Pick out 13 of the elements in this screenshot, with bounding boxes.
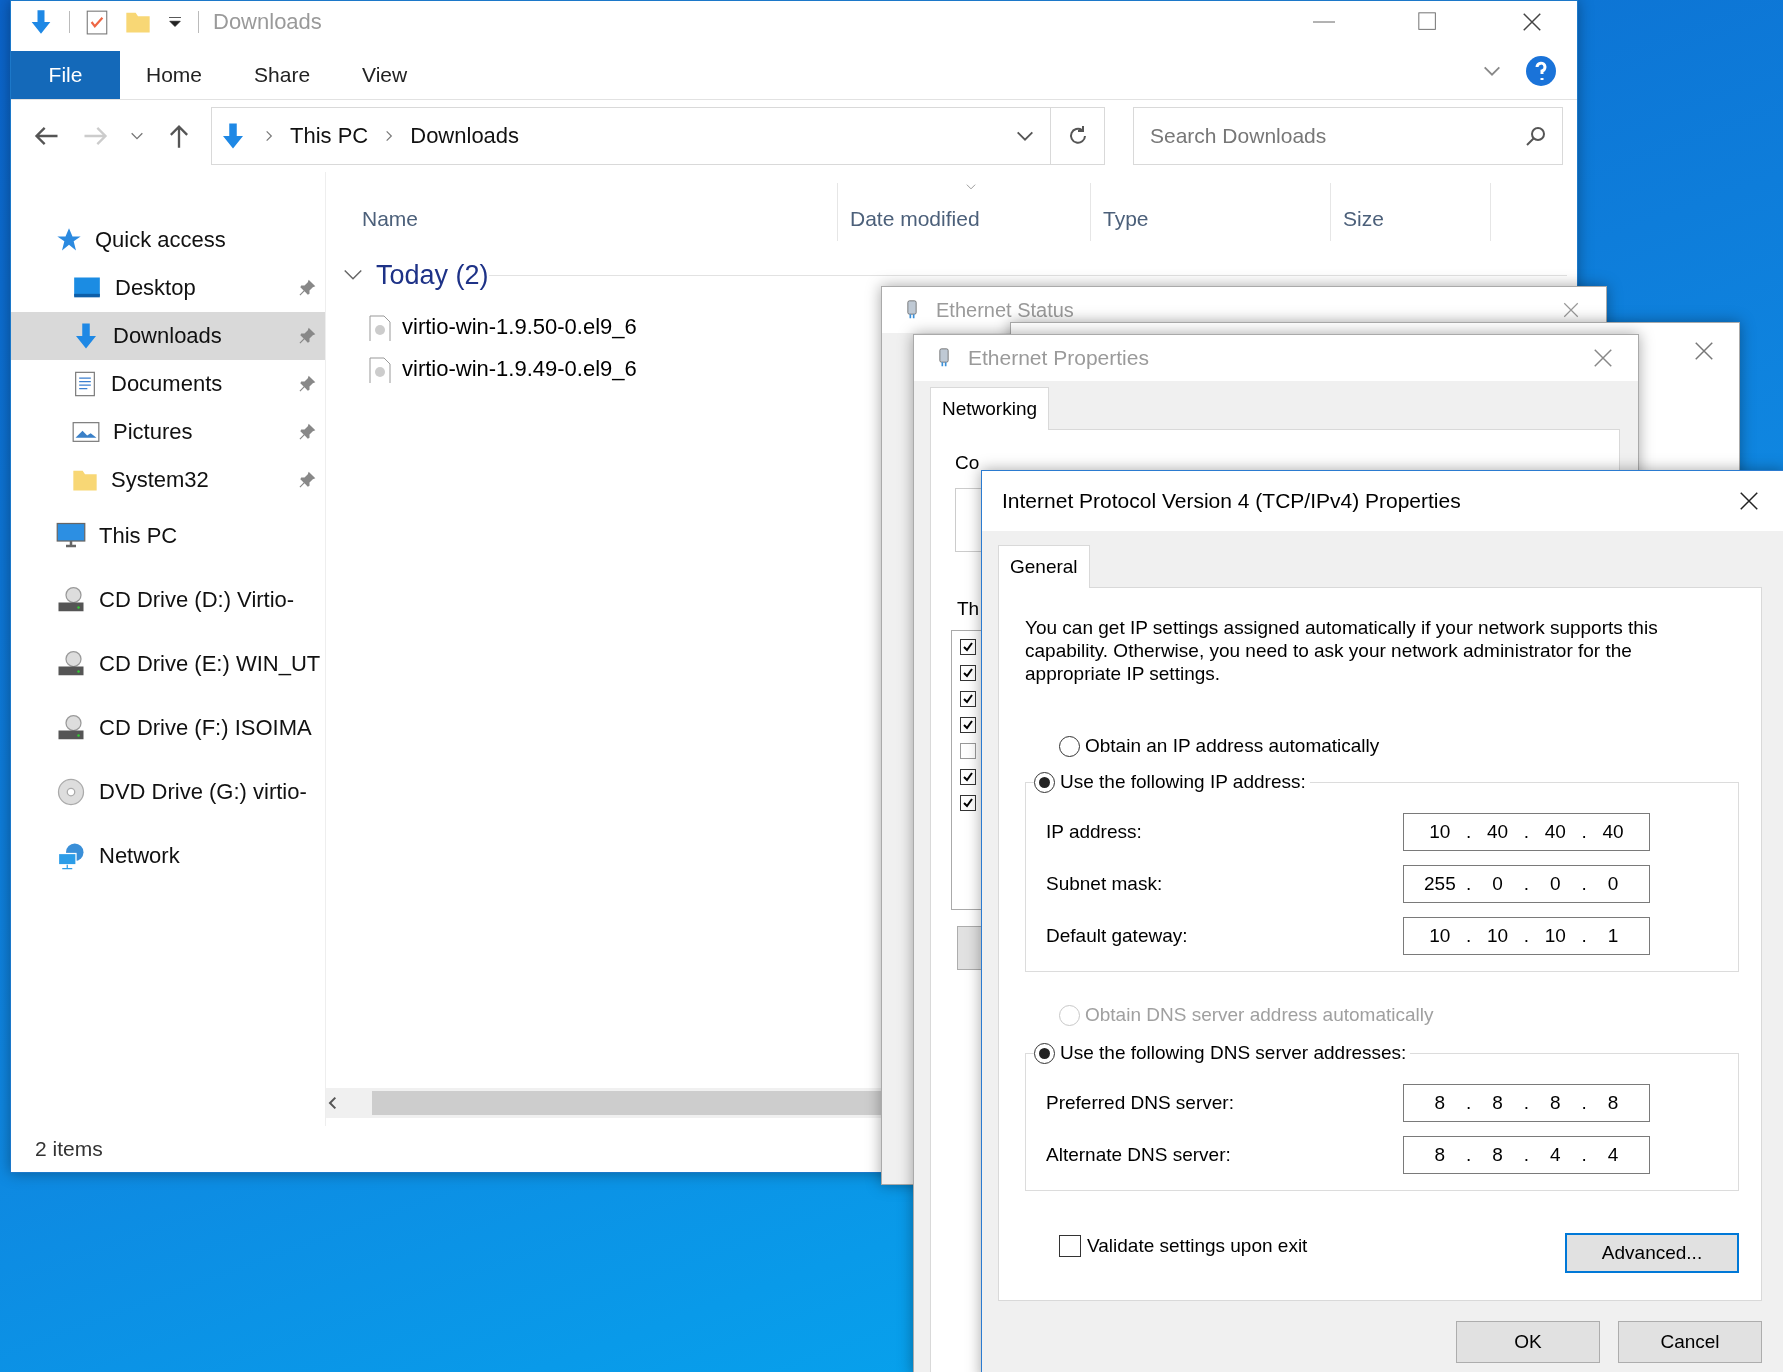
window-title: Ethernet Status — [936, 298, 1074, 322]
field-label: IP address: — [1046, 821, 1142, 843]
window-title: Internet Protocol Version 4 (TCP/IPv4) Properties — [1002, 489, 1461, 513]
field-label: Alternate DNS server: — [1046, 1144, 1231, 1166]
window-title: Downloads — [213, 9, 322, 35]
status-bar-text: 2 items — [35, 1137, 103, 1161]
section-label: Th — [957, 598, 980, 619]
section-label: Co — [955, 452, 980, 473]
field-label: Default gateway: — [1046, 925, 1188, 947]
field-label: Subnet mask: — [1046, 873, 1163, 895]
field-label: Preferred DNS server: — [1046, 1092, 1234, 1114]
description-text: You can get IP settings assigned automatically if your network supports this capability. Otherwise, you need to ask your network administrator for the appropriate IP settings. — [1025, 616, 1659, 685]
window-title: Ethernet Properties — [968, 346, 1149, 370]
